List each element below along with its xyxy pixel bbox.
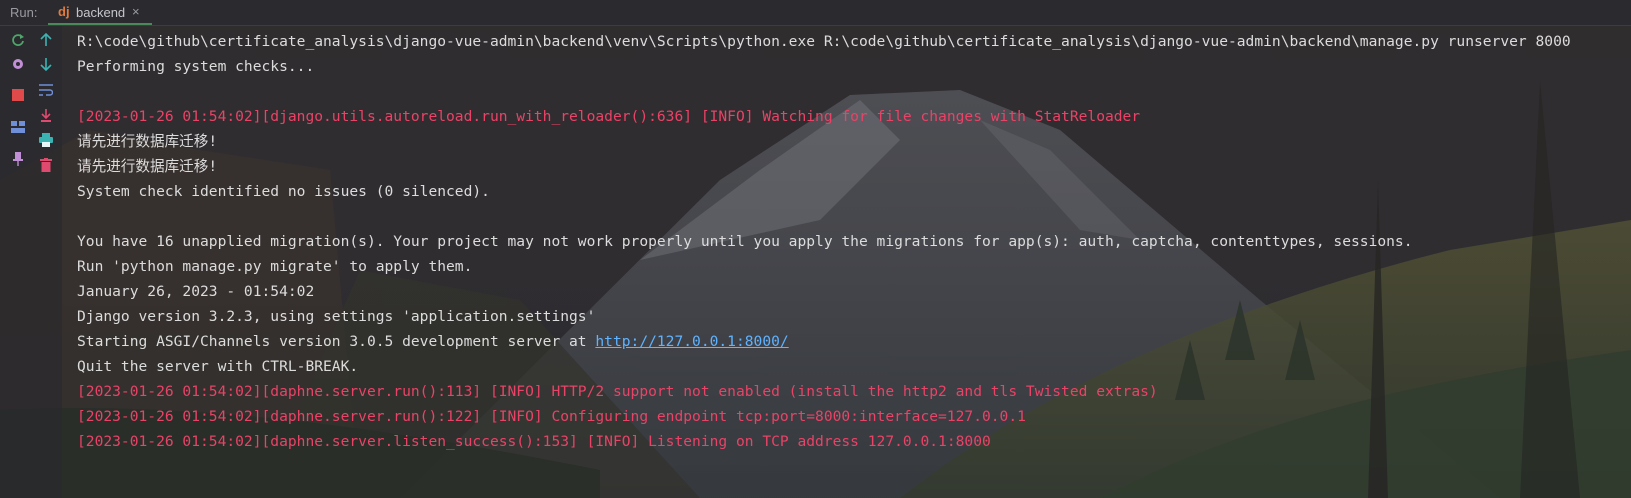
console-line: You have 16 unapplied migration(s). Your… (77, 229, 1571, 254)
console-line-text: System check identified no issues (0 sil… (77, 183, 490, 200)
console-line: R:\code\github\certificate_analysis\djan… (77, 29, 1571, 54)
up-arrow-icon[interactable] (37, 31, 55, 49)
console-line-text: 请先进行数据库迁移! (77, 133, 218, 150)
console-line-text (77, 208, 86, 225)
run-tool-window-header: Run: dj backend × (0, 0, 1631, 26)
soft-wrap-icon[interactable] (37, 81, 55, 99)
console-line: 请先进行数据库迁移! (77, 129, 1571, 154)
console-line-text: Starting ASGI/Channels version 3.0.5 dev… (77, 333, 596, 350)
server-url-link[interactable]: http://127.0.0.1:8000/ (595, 333, 788, 350)
console-line-text: Run 'python manage.py migrate' to apply … (77, 258, 473, 275)
pin-icon[interactable] (9, 150, 27, 168)
stop-icon[interactable] (9, 86, 27, 104)
run-label: Run: (10, 5, 38, 20)
console-line: [2023-01-26 01:54:02][daphne.server.list… (77, 429, 1571, 454)
console-line-text: January 26, 2023 - 01:54:02 (77, 283, 315, 300)
console-line-text: Quit the server with CTRL-BREAK. (77, 358, 359, 375)
down-arrow-icon[interactable] (37, 55, 55, 73)
tab-backend[interactable]: dj backend × (48, 0, 152, 25)
settings-gear-icon[interactable] (9, 55, 27, 73)
console-line: [2023-01-26 01:54:02][daphne.server.run(… (77, 404, 1571, 429)
console-line (77, 79, 1571, 104)
console-line (77, 204, 1571, 229)
console-line: Performing system checks... (77, 54, 1571, 79)
console-line: [2023-01-26 01:54:02][django.utils.autor… (77, 104, 1571, 129)
django-icon: dj (58, 4, 70, 19)
scroll-to-end-icon[interactable] (37, 106, 55, 124)
print-icon[interactable] (37, 131, 55, 149)
console-line-text: [2023-01-26 01:54:02][django.utils.autor… (77, 108, 1141, 125)
console-line-text: [2023-01-26 01:54:02][daphne.server.list… (77, 433, 991, 450)
console-line: Run 'python manage.py migrate' to apply … (77, 254, 1571, 279)
console-output: R:\code\github\certificate_analysis\djan… (77, 29, 1571, 454)
console-line-text: [2023-01-26 01:54:02][daphne.server.run(… (77, 408, 1026, 425)
console-line-text: 请先进行数据库迁移! (77, 158, 218, 175)
console-line-text: Django version 3.2.3, using settings 'ap… (77, 308, 596, 325)
console-line-text: You have 16 unapplied migration(s). Your… (77, 233, 1413, 250)
tab-label: backend (76, 5, 126, 20)
console-line: Quit the server with CTRL-BREAK. (77, 354, 1571, 379)
trash-icon[interactable] (37, 156, 55, 174)
layout-icon[interactable] (9, 118, 27, 136)
console-line: [2023-01-26 01:54:02][daphne.server.run(… (77, 379, 1571, 404)
console-line: Django version 3.2.3, using settings 'ap… (77, 304, 1571, 329)
console-line-text: [2023-01-26 01:54:02][daphne.server.run(… (77, 383, 1158, 400)
console-line: System check identified no issues (0 sil… (77, 179, 1571, 204)
console-line: January 26, 2023 - 01:54:02 (77, 279, 1571, 304)
console-line: 请先进行数据库迁移! (77, 154, 1571, 179)
console-line: Starting ASGI/Channels version 3.0.5 dev… (77, 329, 1571, 354)
console-line-text: R:\code\github\certificate_analysis\djan… (77, 33, 1571, 50)
console-line-text: Performing system checks... (77, 58, 315, 75)
console-line-text (77, 83, 86, 100)
run-toolbar (0, 26, 62, 498)
close-icon[interactable]: × (132, 4, 140, 19)
rerun-icon[interactable] (9, 31, 27, 49)
